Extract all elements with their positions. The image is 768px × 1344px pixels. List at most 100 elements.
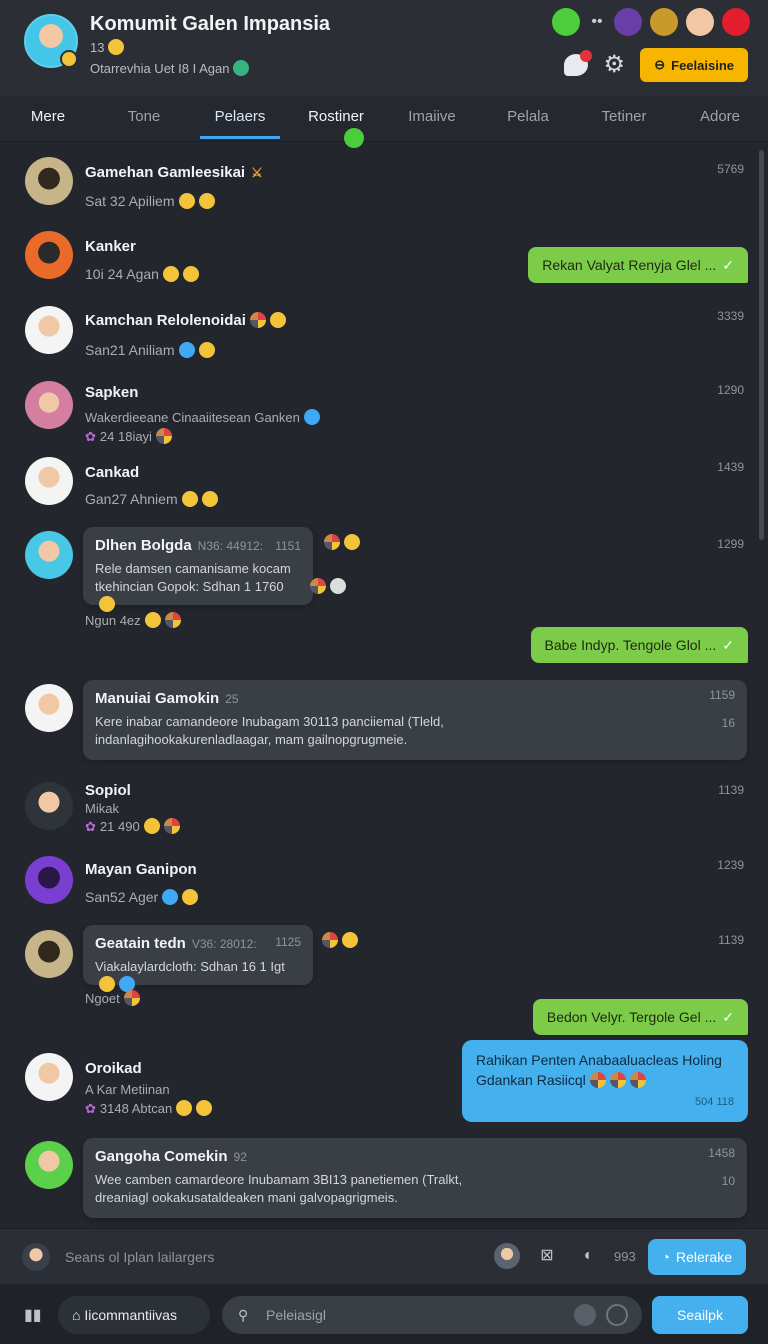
tab-adore[interactable]: Adore bbox=[672, 96, 768, 141]
avatar[interactable] bbox=[25, 684, 73, 732]
composer-action-button[interactable]: ◔ Relerake bbox=[647, 1239, 746, 1275]
bottom-bar: ▮▮ ⌂ Iicommantiivas ⚲ Peleiasigl Seailpk bbox=[0, 1284, 768, 1344]
emoji-icon bbox=[178, 342, 195, 358]
avatar[interactable] bbox=[494, 1243, 520, 1269]
badge-icon bbox=[249, 312, 266, 328]
card-text: Rele damsen camanisame kocam tkehincian G… bbox=[95, 560, 301, 614]
message-preview: A Kar Metiinan bbox=[85, 1082, 170, 1097]
clock-icon[interactable] bbox=[606, 1304, 628, 1326]
tab-tone[interactable]: Tone bbox=[96, 96, 192, 141]
avatar[interactable] bbox=[25, 531, 73, 579]
search-input[interactable]: ⚲ Peleiasigl bbox=[222, 1296, 642, 1334]
emoji-icon bbox=[201, 491, 218, 507]
reaction-icons bbox=[320, 534, 360, 552]
emoji-icon bbox=[629, 1072, 646, 1088]
emoji-button-icon[interactable] bbox=[574, 1304, 596, 1326]
tab-pelala[interactable]: Pelala bbox=[480, 96, 576, 141]
unread-dot-icon bbox=[344, 128, 364, 148]
message-meta: ✿ 3148 Abtcan bbox=[85, 1100, 213, 1117]
home-icon: ⌂ bbox=[72, 1307, 85, 1323]
avatar[interactable] bbox=[25, 930, 73, 978]
sender-name: Gamehan Gamleesikai ⚔ bbox=[85, 164, 263, 181]
header-action-button[interactable]: ⊖ Feelaisine bbox=[640, 48, 748, 82]
message-preview: San52 Ager bbox=[85, 889, 199, 905]
card-text: Viakalaylardcloth: Sdhan 16 1 Igt bbox=[95, 958, 301, 994]
message-time: 504 118 bbox=[695, 1096, 734, 1108]
emoji-icon bbox=[99, 596, 115, 612]
message-preview: 10i 24 Agan bbox=[85, 266, 199, 282]
avatar[interactable] bbox=[25, 1141, 73, 1189]
image-icon[interactable]: ⊠ bbox=[534, 1243, 560, 1269]
tab-mere[interactable]: Mere bbox=[0, 96, 96, 141]
emoji-icon bbox=[609, 1072, 626, 1088]
message-card[interactable]: Geatain tedn V36: 28012: 1125 Viakalaylar… bbox=[83, 925, 313, 992]
reaction-icons bbox=[318, 932, 358, 950]
menu-icon[interactable]: ▮▮ bbox=[24, 1305, 44, 1324]
outgoing-message[interactable]: Bedon Velyr. Tergole Gel ... ✓ bbox=[532, 999, 748, 1035]
emoji-icon bbox=[176, 1100, 193, 1116]
member-count: 13 bbox=[90, 39, 125, 55]
message-card[interactable]: Dlhen Bolgda N36: 44912: 1151 Rele damsen… bbox=[83, 527, 313, 612]
send-button[interactable]: Seailpk bbox=[652, 1296, 748, 1334]
avatar[interactable] bbox=[25, 381, 73, 429]
emoji-icon bbox=[162, 266, 179, 282]
emoji-icon bbox=[164, 612, 181, 628]
check-icon: ✓ bbox=[722, 637, 734, 653]
emoji-icon bbox=[182, 889, 199, 905]
emoji-icon bbox=[330, 578, 346, 594]
tab-imaiive[interactable]: Imaiive bbox=[384, 96, 480, 141]
avatar[interactable] bbox=[25, 1053, 73, 1101]
audio-icon[interactable]: ◖ bbox=[574, 1243, 600, 1269]
avatar[interactable] bbox=[25, 306, 73, 354]
more-icon[interactable]: •• bbox=[588, 8, 606, 36]
refresh-icon[interactable] bbox=[552, 8, 580, 36]
gear-icon[interactable]: ⚙ bbox=[602, 53, 626, 77]
sender-name: Cankad bbox=[85, 464, 140, 481]
message-time: 1439 bbox=[717, 460, 744, 474]
tab-tetiner[interactable]: Tetiner bbox=[576, 96, 672, 141]
notification-icon[interactable] bbox=[564, 50, 593, 76]
tab-rostiner[interactable]: Rostiner bbox=[288, 96, 384, 148]
tab-pelaers[interactable]: Pelaers bbox=[192, 96, 288, 141]
scrollbar[interactable] bbox=[759, 150, 764, 540]
avatar[interactable] bbox=[25, 231, 73, 279]
sender-name: Mayan Ganipon bbox=[85, 861, 197, 878]
composer-bar: Seans ol Iplan lailargers ⊠ ◖ 993 ◔ Reler… bbox=[0, 1228, 768, 1284]
message-card[interactable]: Manuiai Gamokin 25 1159 16 Kere inabar ca… bbox=[83, 680, 747, 760]
emoji-icon bbox=[198, 193, 215, 209]
composer-placeholder[interactable]: Seans ol Iplan lailargers bbox=[65, 1249, 214, 1265]
emoji-icon bbox=[196, 1100, 213, 1116]
card-title: Gangoha Comekin 92 bbox=[95, 1148, 247, 1165]
avatar[interactable] bbox=[25, 457, 73, 505]
circle-icon: ◔ bbox=[661, 1249, 670, 1265]
user-avatar[interactable] bbox=[650, 8, 678, 36]
avatar[interactable] bbox=[25, 782, 73, 830]
record-icon[interactable] bbox=[722, 8, 750, 36]
user-avatar[interactable] bbox=[614, 8, 642, 36]
outgoing-message[interactable]: Rekan Valyat Renyja Glel ... ✓ bbox=[528, 247, 748, 283]
message-time: 5769 bbox=[717, 162, 744, 176]
channels-chip[interactable]: ⌂ Iicommantiivas bbox=[58, 1296, 210, 1334]
chat-header: Komumit Galen Impansia 13 Otarrevhia Uet… bbox=[0, 0, 768, 96]
card-number: 1125 bbox=[275, 935, 301, 949]
search-icon: ⚲ bbox=[238, 1307, 249, 1323]
outgoing-message-highlight[interactable]: Rahikan Penten Anabaaluacleas Holing Gda… bbox=[462, 1040, 748, 1122]
emoji-icon bbox=[342, 932, 358, 948]
avatar[interactable] bbox=[25, 856, 73, 904]
message-card[interactable]: Gangoha Comekin 92 1458 10 Wee camben cam… bbox=[83, 1138, 747, 1218]
group-avatar[interactable] bbox=[24, 14, 78, 68]
avatar[interactable] bbox=[22, 1243, 50, 1271]
emoji-icon bbox=[143, 818, 160, 834]
user-avatar[interactable] bbox=[686, 8, 714, 36]
message-meta: ✿ 24 18iayi bbox=[85, 428, 172, 445]
badge-icon bbox=[324, 534, 340, 550]
outgoing-message[interactable]: Babe Indyp. Tengole Glol ... ✓ bbox=[530, 627, 748, 663]
badge-icon bbox=[310, 578, 326, 594]
header-actions: ⚙ ⊖ Feelaisine bbox=[564, 48, 748, 82]
avatar[interactable] bbox=[25, 157, 73, 205]
emoji-icon bbox=[108, 39, 125, 55]
card-title: Dlhen Bolgda N36: 44912: bbox=[95, 537, 264, 554]
top-icons: •• bbox=[552, 8, 750, 36]
emoji-icon bbox=[60, 50, 78, 68]
badge-icon bbox=[322, 932, 338, 948]
